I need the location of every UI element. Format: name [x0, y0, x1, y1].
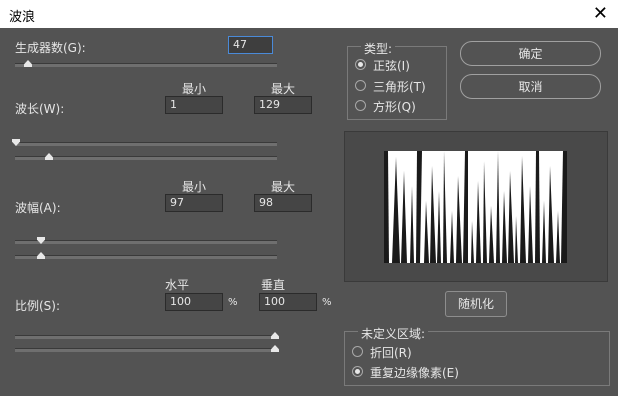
wrap-around-radio[interactable]	[352, 346, 363, 357]
repeat-edge-pixels-radio[interactable]	[352, 366, 363, 377]
wavelength-max-input[interactable]: 129	[254, 96, 312, 114]
scale-label: 比例(S):	[15, 299, 61, 313]
scale-vertical-unit: %	[322, 297, 332, 308]
scale-vertical-slider-track[interactable]	[15, 348, 277, 352]
amplitude-max-slider-track[interactable]	[15, 255, 277, 259]
generators-slider-track[interactable]	[15, 63, 277, 67]
wave-preview-image	[384, 151, 567, 263]
type-square-label[interactable]: 方形(Q)	[373, 98, 416, 115]
wavelength-min-input[interactable]: 1	[165, 96, 223, 114]
amplitude-max-heading: 最大	[271, 180, 296, 194]
amplitude-min-slider-track[interactable]	[15, 240, 277, 244]
randomize-button[interactable]: 随机化	[445, 291, 507, 317]
window-title: 波浪	[9, 10, 36, 25]
type-sine-radio[interactable]	[355, 59, 366, 70]
generators-slider-thumb[interactable]	[24, 60, 32, 67]
wrap-around-label[interactable]: 折回(R)	[370, 344, 412, 361]
preview-panel	[344, 131, 608, 282]
scale-horizontal-input[interactable]: 100	[165, 293, 223, 311]
wavelength-max-slider-thumb[interactable]	[45, 153, 53, 160]
type-triangle-label[interactable]: 三角形(T)	[373, 78, 426, 95]
scale-horizontal-heading: 水平	[165, 278, 190, 292]
cancel-button[interactable]: 取消	[460, 74, 601, 99]
wavelength-min-slider-track[interactable]	[15, 142, 277, 146]
scale-horizontal-slider-thumb[interactable]	[271, 332, 279, 339]
generators-label: 生成器数(G):	[15, 41, 86, 55]
scale-vertical-heading: 垂直	[261, 278, 286, 292]
type-group-legend: 类型:	[361, 40, 396, 57]
amplitude-max-input[interactable]: 98	[254, 194, 312, 212]
scale-horizontal-unit: %	[228, 297, 238, 308]
scale-vertical-slider-thumb[interactable]	[271, 345, 279, 352]
type-square-radio[interactable]	[355, 100, 366, 111]
wavelength-min-heading: 最小	[182, 82, 207, 96]
wavelength-max-slider-track[interactable]	[15, 156, 277, 160]
undefined-areas-legend: 未定义区域:	[358, 325, 429, 342]
wavelength-label: 波长(W):	[15, 102, 65, 116]
amplitude-max-slider-thumb[interactable]	[37, 252, 45, 259]
type-sine-label[interactable]: 正弦(I)	[373, 57, 410, 74]
wavelength-max-heading: 最大	[271, 82, 296, 96]
scale-horizontal-slider-track[interactable]	[15, 335, 277, 339]
repeat-edge-pixels-label[interactable]: 重复边缘像素(E)	[370, 364, 459, 381]
title-bar: 波浪 ✕	[0, 0, 618, 28]
amplitude-label: 波幅(A):	[15, 201, 61, 215]
amplitude-min-heading: 最小	[182, 180, 207, 194]
type-triangle-radio[interactable]	[355, 80, 366, 91]
scale-vertical-input[interactable]: 100	[259, 293, 317, 311]
ok-button[interactable]: 确定	[460, 41, 601, 66]
generators-input[interactable]: 47	[228, 36, 273, 54]
close-icon[interactable]: ✕	[593, 3, 608, 24]
amplitude-min-input[interactable]: 97	[165, 194, 223, 212]
